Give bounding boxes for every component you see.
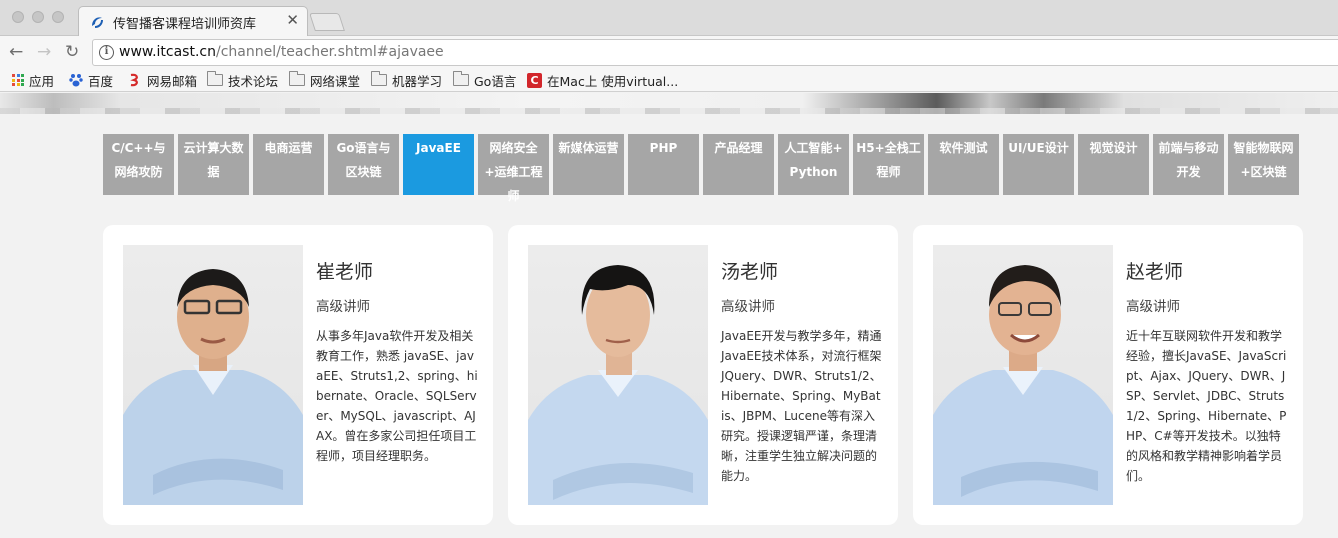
category-netsec-ops[interactable]: 网络安全+运维工程师 xyxy=(478,134,549,203)
bookmark-apps[interactable]: 应用 xyxy=(12,71,54,89)
reload-icon[interactable]: ↻ xyxy=(65,42,79,62)
teacher-name: 汤老师 xyxy=(721,261,779,283)
bookmarks-bar: 应用 百度 网易邮箱 技术论坛 网络课堂 机器学习 Go语言 C 在Mac上 使… xyxy=(0,68,1338,92)
category-cloud-bigdata[interactable]: 云计算大数据 xyxy=(178,134,249,195)
teacher-title: 高级讲师 xyxy=(1126,299,1180,315)
teacher-photo xyxy=(123,245,303,505)
apps-grid-icon xyxy=(12,74,24,86)
teacher-card[interactable]: 汤老师 高级讲师 JavaEE开发与教学多年，精通JavaEE技术体系，对流行框… xyxy=(508,225,898,525)
category-ai-python[interactable]: 人工智能+Python xyxy=(778,134,849,195)
category-ui-ue[interactable]: UI/UE设计 xyxy=(1003,134,1074,195)
close-tab-icon[interactable]: ✕ xyxy=(286,11,299,29)
teacher-photo xyxy=(933,245,1113,505)
folder-icon xyxy=(289,71,305,86)
category-product-manager[interactable]: 产品经理 xyxy=(703,134,774,195)
bookmark-folder-go[interactable]: Go语言 xyxy=(453,71,516,89)
bookmark-virtualbox[interactable]: C 在Mac上 使用virtual... xyxy=(527,71,678,89)
netease-mail-icon xyxy=(130,73,138,87)
teacher-name: 赵老师 xyxy=(1126,261,1184,283)
category-php[interactable]: PHP xyxy=(628,134,699,195)
category-frontend-mobile[interactable]: 前端与移动开发 xyxy=(1153,134,1224,195)
folder-icon xyxy=(453,71,469,86)
zoom-window-button[interactable] xyxy=(52,11,64,23)
address-bar[interactable]: i www.itcast.cn/channel/teacher.shtml#aj… xyxy=(92,39,1338,66)
minimize-window-button[interactable] xyxy=(32,11,44,23)
new-tab-button[interactable] xyxy=(309,13,345,31)
category-h5-fullstack[interactable]: H5+全栈工程师 xyxy=(853,134,924,195)
category-nav: C/C++与网络攻防 云计算大数据 电商运营 Go语言与区块链 JavaEE 网… xyxy=(103,134,1299,203)
category-iot-blockchain[interactable]: 智能物联网+区块链 xyxy=(1228,134,1299,195)
browser-tab-active[interactable]: 传智播客课程培训师资库 ✕ xyxy=(78,6,308,36)
category-ecommerce[interactable]: 电商运营 xyxy=(253,134,324,195)
category-visual-design[interactable]: 视觉设计 xyxy=(1078,134,1149,195)
csdn-icon: C xyxy=(527,72,542,88)
teacher-photo xyxy=(528,245,708,505)
bookmark-folder-ml[interactable]: 机器学习 xyxy=(371,71,442,89)
folder-icon xyxy=(371,71,387,86)
forward-arrow-icon[interactable]: → xyxy=(37,42,51,62)
bookmark-baidu[interactable]: 百度 xyxy=(69,71,113,89)
teacher-description: JavaEE开发与教学多年，精通JavaEE技术体系，对流行框架JQuery、D… xyxy=(721,329,882,483)
category-go-blockchain[interactable]: Go语言与区块链 xyxy=(328,134,399,195)
teacher-card[interactable]: 赵老师 高级讲师 近十年互联网软件开发和教学经验，擅长JavaSE、JavaSc… xyxy=(913,225,1303,525)
category-new-media[interactable]: 新媒体运营 xyxy=(553,134,624,195)
back-arrow-icon[interactable]: ← xyxy=(9,42,23,62)
bookmark-folder-classroom[interactable]: 网络课堂 xyxy=(289,71,360,89)
teacher-title: 高级讲师 xyxy=(721,299,775,315)
category-javaee[interactable]: JavaEE xyxy=(403,134,474,195)
teacher-title: 高级讲师 xyxy=(316,299,370,315)
folder-icon xyxy=(207,71,223,86)
itcast-favicon-icon xyxy=(92,17,103,28)
teacher-description: 从事多年Java软件开发及相关教育工作，熟悉 javaSE、javaEE、Str… xyxy=(316,329,478,463)
baidu-paw-icon xyxy=(69,74,83,87)
category-cpp-security[interactable]: C/C++与网络攻防 xyxy=(103,134,174,195)
teacher-description: 近十年互联网软件开发和教学经验，擅长JavaSE、JavaScript、Ajax… xyxy=(1126,329,1287,483)
teacher-name: 崔老师 xyxy=(316,261,374,283)
browser-toolbar: ← → ↻ i www.itcast.cn/channel/teacher.sh… xyxy=(0,36,1338,68)
bookmark-folder-forum[interactable]: 技术论坛 xyxy=(207,71,278,89)
close-window-button[interactable] xyxy=(12,11,24,23)
bookmark-163-mail[interactable]: 网易邮箱 xyxy=(128,71,197,89)
tab-title: 传智播客课程培训师资库 xyxy=(113,17,257,32)
url-text: www.itcast.cn/channel/teacher.shtml#ajav… xyxy=(119,44,444,60)
browser-tab-bar: 传智播客课程培训师资库 ✕ xyxy=(0,0,1338,36)
category-software-testing[interactable]: 软件测试 xyxy=(928,134,999,195)
header-banner-image xyxy=(0,93,1338,114)
site-info-icon[interactable]: i xyxy=(99,45,114,60)
teacher-card[interactable]: 崔老师 高级讲师 从事多年Java软件开发及相关教育工作，熟悉 javaSE、j… xyxy=(103,225,493,525)
